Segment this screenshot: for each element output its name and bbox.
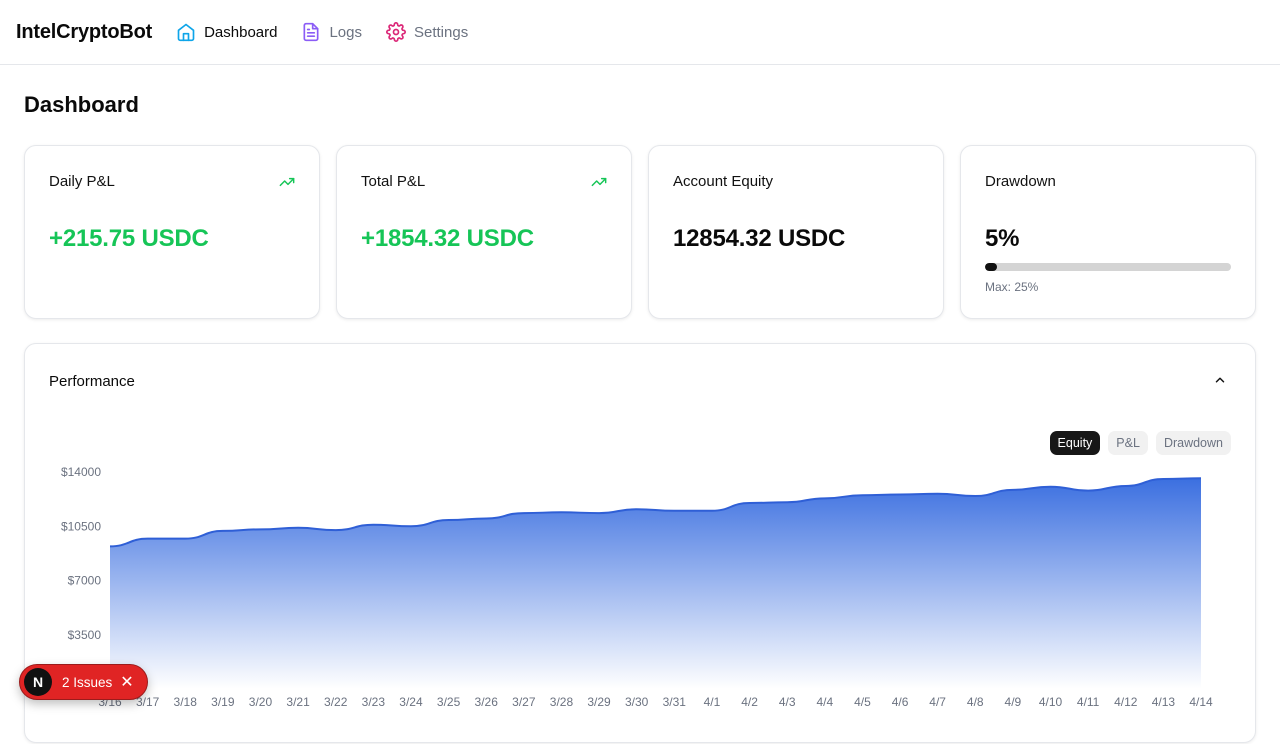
drawdown-card: Drawdown 5% Max: 25%: [960, 145, 1256, 319]
nav-logs[interactable]: Logs: [301, 22, 362, 42]
nav-settings-label: Settings: [414, 24, 468, 41]
x-tick-label: 3/18: [174, 695, 198, 709]
x-tick-label: 4/2: [741, 695, 758, 709]
issues-label[interactable]: 2 Issues: [62, 675, 112, 690]
x-tick-label: 3/27: [512, 695, 536, 709]
x-tick-label: 4/13: [1152, 695, 1176, 709]
page-title: Dashboard: [24, 92, 139, 118]
x-tick-label: 4/12: [1114, 695, 1138, 709]
x-tick-label: 4/4: [816, 695, 833, 709]
nav-settings[interactable]: Settings: [386, 22, 468, 42]
x-tick-label: 3/20: [249, 695, 273, 709]
x-tick-label: 4/3: [779, 695, 796, 709]
x-tick-label: 4/9: [1005, 695, 1022, 709]
x-tick-label: 4/1: [704, 695, 721, 709]
y-tick-label: $14000: [61, 465, 101, 479]
issues-toast[interactable]: N 2 Issues ✕: [19, 664, 148, 700]
brand-logo[interactable]: IntelCryptoBot: [16, 21, 152, 44]
account-equity-card: Account Equity 12854.32 USDC: [648, 145, 944, 319]
trending-up-icon: [279, 174, 295, 190]
x-tick-label: 3/25: [437, 695, 461, 709]
x-tick-label: 4/8: [967, 695, 984, 709]
issues-badge: N: [24, 668, 52, 696]
y-tick-label: $3500: [68, 628, 102, 642]
x-tick-label: 4/11: [1077, 695, 1100, 709]
x-tick-label: 3/31: [663, 695, 687, 709]
nav-logs-label: Logs: [329, 24, 362, 41]
x-tick-label: 3/23: [362, 695, 386, 709]
y-tick-label: $7000: [68, 574, 102, 588]
x-tick-label: 4/6: [892, 695, 909, 709]
total-pnl-label: Total P&L: [361, 173, 425, 190]
daily-pnl-label: Daily P&L: [49, 173, 115, 190]
total-pnl-value: +1854.32 USDC: [361, 225, 534, 253]
drawdown-progress-bar: [985, 263, 1231, 271]
daily-pnl-value: +215.75 USDC: [49, 225, 209, 253]
drawdown-progress-fill: [985, 263, 997, 271]
x-tick-label: 3/26: [475, 695, 499, 709]
performance-panel: Performance Equity P&L Drawdown $14000$1…: [24, 343, 1256, 743]
nav-dashboard[interactable]: Dashboard: [176, 22, 277, 42]
x-tick-label: 3/30: [625, 695, 649, 709]
home-icon: [176, 22, 196, 42]
x-tick-label: 3/19: [211, 695, 235, 709]
x-tick-label: 4/7: [929, 695, 946, 709]
x-tick-label: 3/21: [286, 695, 310, 709]
drawdown-max-label: Max: 25%: [985, 280, 1038, 294]
daily-pnl-card: Daily P&L +215.75 USDC: [24, 145, 320, 319]
x-tick-label: 4/10: [1039, 695, 1063, 709]
x-tick-label: 4/14: [1189, 695, 1213, 709]
x-tick-label: 4/5: [854, 695, 871, 709]
account-equity-value: 12854.32 USDC: [673, 225, 845, 253]
gear-icon: [386, 22, 406, 42]
account-equity-label: Account Equity: [673, 173, 773, 190]
nav-dashboard-label: Dashboard: [204, 24, 277, 41]
equity-area-chart: $14000$10500$7000$35003/163/173/183/193/…: [25, 344, 1257, 744]
x-tick-label: 3/28: [550, 695, 574, 709]
document-icon: [301, 22, 321, 42]
x-tick-label: 3/29: [587, 695, 611, 709]
total-pnl-card: Total P&L +1854.32 USDC: [336, 145, 632, 319]
top-navigation: IntelCryptoBot Dashboard Logs Settings: [0, 0, 1280, 65]
y-tick-label: $10500: [61, 519, 101, 533]
drawdown-value: 5%: [985, 225, 1019, 253]
trending-up-icon: [591, 174, 607, 190]
close-icon[interactable]: ✕: [120, 672, 133, 692]
x-tick-label: 3/24: [399, 695, 423, 709]
drawdown-label: Drawdown: [985, 173, 1056, 190]
x-tick-label: 3/22: [324, 695, 348, 709]
